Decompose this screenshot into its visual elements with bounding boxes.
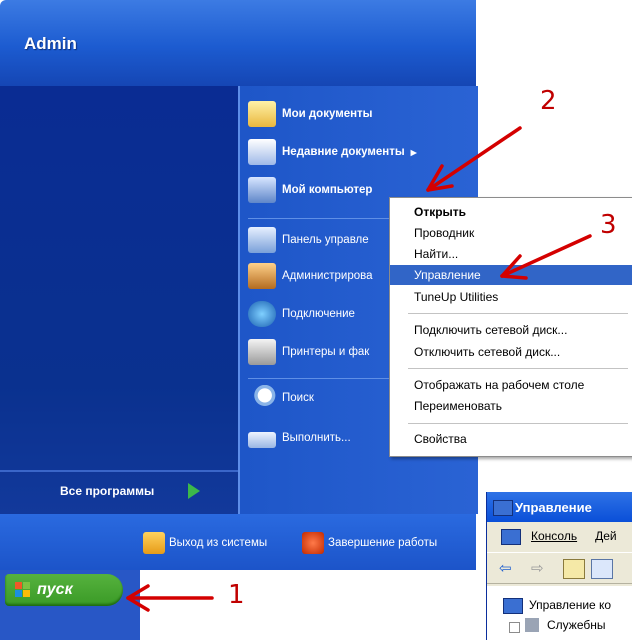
submenu-arrow-icon: ▸ xyxy=(410,147,417,159)
printer-icon xyxy=(248,339,276,365)
menu-console[interactable]: Консоль xyxy=(531,529,577,543)
menu-item-label: Выполнить... xyxy=(282,432,351,444)
folder-documents-icon xyxy=(248,101,276,127)
menu-item-label: Администрирова xyxy=(282,270,373,282)
shutdown-button[interactable]: Завершение работы xyxy=(302,532,437,554)
computer-icon xyxy=(501,529,521,545)
menu-item-label: Панель управле xyxy=(282,234,369,246)
tree-item-system-tools[interactable]: Служебны xyxy=(547,618,606,632)
menu-item-printers[interactable]: Принтеры и фак xyxy=(248,338,369,366)
green-arrow-icon xyxy=(188,483,200,499)
computer-icon xyxy=(503,598,523,614)
search-icon xyxy=(248,385,276,411)
menu-item-control-panel[interactable]: Панель управле xyxy=(248,226,369,254)
menu-item-recent-documents[interactable]: Недавние документы ▸ xyxy=(248,138,416,166)
menu-item-my-computer[interactable]: Мой компьютер xyxy=(248,176,372,204)
menu-item-label: Подключение xyxy=(282,308,355,320)
start-button-label: пуск xyxy=(37,581,73,598)
start-button[interactable]: пуск xyxy=(5,574,123,606)
admin-tools-icon xyxy=(248,263,276,289)
recent-documents-icon xyxy=(248,139,276,165)
menu-item-label: Принтеры и фак xyxy=(282,346,370,358)
power-icon xyxy=(302,532,324,554)
annotation-number-3: 3 xyxy=(600,210,617,240)
menu-item-my-documents[interactable]: Мои документы xyxy=(248,100,373,128)
forward-arrow-icon[interactable]: ⇨ xyxy=(531,559,544,577)
context-item-open[interactable]: Открыть xyxy=(414,202,466,222)
run-icon xyxy=(248,432,276,448)
context-item-tuneup[interactable]: TuneUp Utilities xyxy=(414,287,498,307)
menu-item-search[interactable]: Поиск xyxy=(248,384,314,412)
divider xyxy=(0,470,238,472)
show-tree-icon[interactable] xyxy=(591,559,613,579)
menu-item-administration[interactable]: Администрирова xyxy=(248,262,373,290)
context-item-rename[interactable]: Переименовать xyxy=(414,396,502,416)
window-title-bar[interactable]: Управление xyxy=(487,492,632,522)
network-connection-icon xyxy=(248,301,276,327)
user-header: Admin xyxy=(0,0,476,86)
shutdown-label: Завершение работы xyxy=(328,537,438,549)
context-item-properties[interactable]: Свойства xyxy=(414,429,467,449)
windows-logo-icon xyxy=(15,582,31,598)
divider xyxy=(408,423,628,424)
user-name: Admin xyxy=(24,34,77,53)
divider xyxy=(408,313,628,314)
key-icon xyxy=(143,532,165,554)
up-folder-icon[interactable] xyxy=(563,559,585,579)
pinned-programs-pane xyxy=(0,86,238,514)
context-item-disconnect-drive[interactable]: Отключить сетевой диск... xyxy=(414,342,560,362)
menu-item-run[interactable]: Выполнить... xyxy=(248,424,351,452)
menu-action[interactable]: Дей xyxy=(595,529,617,543)
divider xyxy=(408,368,628,369)
annotation-number-1: 1 xyxy=(228,580,245,610)
control-panel-icon xyxy=(248,227,276,253)
tools-icon xyxy=(525,618,539,632)
logoff-button[interactable]: Выход из системы xyxy=(143,532,267,554)
context-item-explorer[interactable]: Проводник xyxy=(414,223,474,243)
window-toolbar: ⇦ ⇨ xyxy=(487,552,632,584)
all-programs-button[interactable]: Все программы xyxy=(60,484,154,498)
menu-item-label: Мои документы xyxy=(282,108,373,120)
expand-icon[interactable] xyxy=(509,622,520,633)
menu-item-connection[interactable]: Подключение xyxy=(248,300,355,328)
tree-item-root[interactable]: Управление ко xyxy=(529,598,611,612)
menu-item-label: Мой компьютер xyxy=(282,184,373,196)
computer-icon xyxy=(493,500,513,516)
window-title: Управление xyxy=(515,499,592,515)
logoff-label: Выход из системы xyxy=(169,537,268,549)
back-arrow-icon[interactable]: ⇦ xyxy=(499,559,512,577)
computer-management-window: Управление Консоль Дей ⇦ ⇨ Управление ко… xyxy=(486,492,632,640)
tree-view: Управление ко Служебны xyxy=(487,586,632,640)
menu-item-label: Недавние документы xyxy=(282,146,405,158)
context-item-find[interactable]: Найти... xyxy=(414,244,458,264)
annotation-number-2: 2 xyxy=(540,86,557,116)
context-item-manage[interactable]: Управление xyxy=(390,265,632,285)
context-item-map-drive[interactable]: Подключить сетевой диск... xyxy=(414,320,567,340)
computer-icon xyxy=(248,177,276,203)
menu-item-label: Поиск xyxy=(282,392,314,404)
window-menu-bar: Консоль Дей xyxy=(487,524,632,548)
context-item-show-on-desktop[interactable]: Отображать на рабочем столе xyxy=(414,375,584,395)
context-menu: Открыть Проводник Найти... Управление Tu… xyxy=(389,197,632,457)
